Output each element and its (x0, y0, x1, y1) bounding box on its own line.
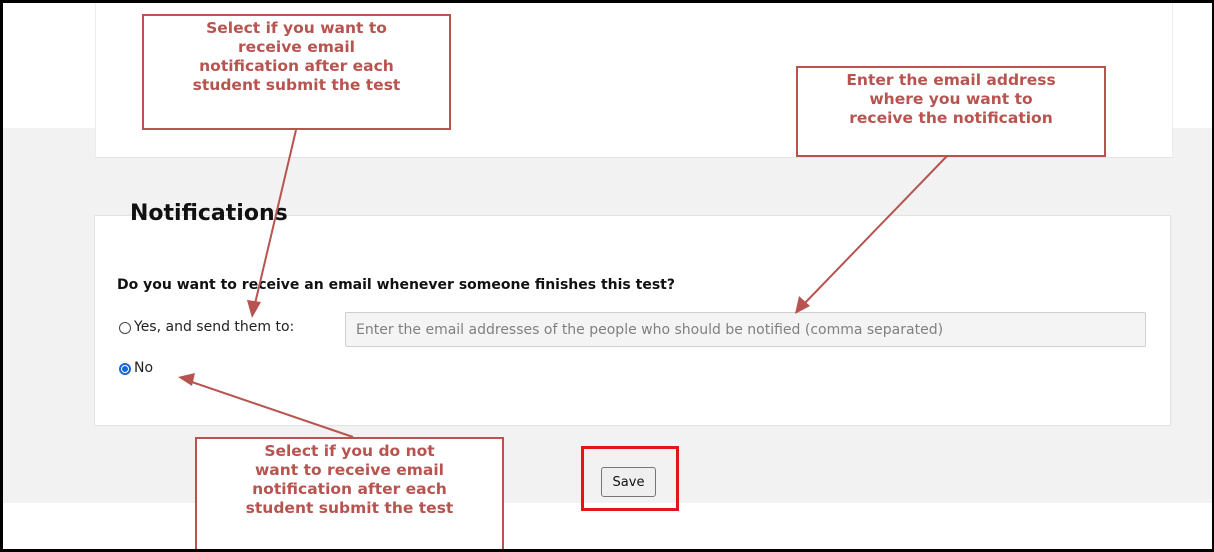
callout-no-line-3: notification after each (252, 480, 447, 498)
callout-no-line-2: want to receive email (254, 461, 444, 479)
arrow-to-yes-option (253, 129, 297, 309)
arrow-to-no-option (188, 380, 354, 438)
arrowhead-yes (247, 300, 261, 318)
callout-no-line-1: Select if you do not (264, 442, 435, 460)
arrowhead-no (178, 373, 195, 386)
callout-no-line-4: student submit the test (245, 499, 454, 517)
callout-email-line-1: Enter the email address (846, 71, 1056, 89)
callout-yes-line-4: student submit the test (192, 76, 401, 94)
arrow-to-email-field (802, 155, 948, 306)
callout-no-option: Select if you do not want to receive ema… (195, 437, 504, 549)
callout-yes-line-1: Select if you want to (206, 19, 387, 37)
callout-email-line-2: where you want to (869, 90, 1033, 108)
callout-yes-line-2: receive email (238, 38, 355, 56)
callout-yes-option: Select if you want to receive email noti… (142, 14, 451, 130)
callout-email-line-3: receive the notification (849, 109, 1053, 127)
callout-yes-line-3: notification after each (199, 57, 394, 75)
screenshot-frame: Notifications Do you want to receive an … (0, 0, 1214, 552)
callout-email-field: Enter the email address where you want t… (796, 66, 1106, 157)
